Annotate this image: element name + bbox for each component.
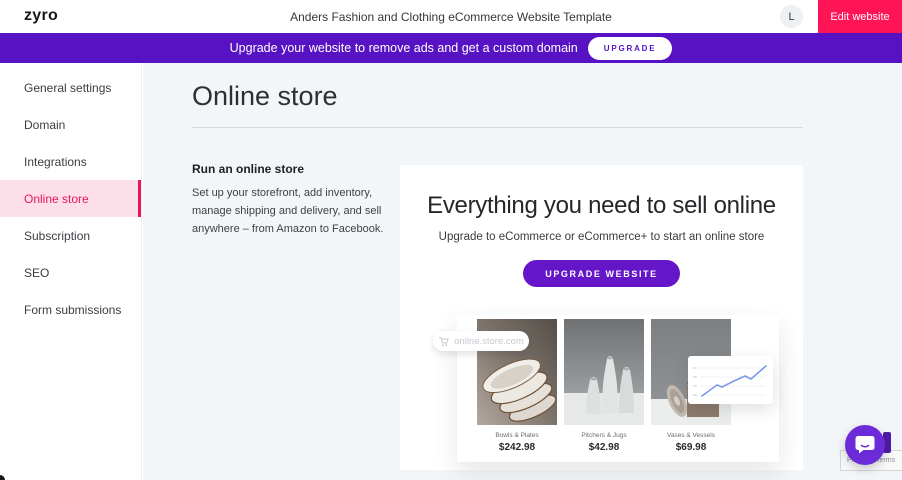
sidebar-item-general-settings[interactable]: General settings: [0, 69, 141, 106]
mock-chart-line: [702, 366, 766, 396]
sidebar-item-online-store[interactable]: Online store: [0, 180, 141, 217]
product-card: Pitchers & Jugs $42.98: [564, 319, 644, 453]
site-title: Anders Fashion and Clothing eCommerce We…: [0, 10, 902, 24]
sidebar-item-form-submissions[interactable]: Form submissions: [0, 291, 141, 328]
chat-bubble-icon: [854, 435, 876, 455]
title-divider: [192, 127, 803, 128]
sidebar-item-domain[interactable]: Domain: [0, 106, 141, 143]
upgrade-banner: Upgrade your website to remove ads and g…: [0, 33, 902, 63]
edit-website-button[interactable]: Edit website: [818, 0, 902, 33]
settings-sidebar: General settings Domain Integrations Onl…: [0, 63, 142, 480]
top-bar: zyro Anders Fashion and Clothing eCommer…: [0, 0, 902, 33]
sidebar-item-subscription[interactable]: Subscription: [0, 217, 141, 254]
section-info: Run an online store Set up your storefro…: [192, 162, 392, 238]
sales-chart: [688, 356, 773, 404]
chat-launcher-button[interactable]: [845, 425, 885, 465]
product-name: Vases & Vessels: [651, 432, 731, 439]
product-price: $69.98: [651, 442, 731, 453]
main-content: Online store Run an online store Set up …: [143, 63, 902, 480]
promo-subheading: Upgrade to eCommerce or eCommerce+ to st…: [400, 231, 803, 243]
upgrade-banner-text: Upgrade your website to remove ads and g…: [230, 41, 578, 55]
product-price: $242.98: [477, 442, 557, 453]
vases-photo: [564, 319, 644, 425]
promo-heading: Everything you need to sell online: [400, 192, 803, 220]
sidebar-item-integrations[interactable]: Integrations: [0, 143, 141, 180]
product-name: Bowls & Plates: [477, 432, 557, 439]
page-title: Online store: [192, 81, 338, 112]
user-avatar[interactable]: L: [780, 5, 803, 28]
store-url-text: online.store.com: [454, 336, 524, 347]
section-description: Set up your storefront, add inventory, m…: [192, 185, 392, 238]
upgrade-button[interactable]: UPGRADE: [588, 37, 673, 60]
sales-chart-card: [688, 356, 773, 404]
sidebar-item-seo[interactable]: SEO: [0, 254, 141, 291]
section-title: Run an online store: [192, 162, 392, 176]
upgrade-website-button[interactable]: UPGRADE WEBSITE: [523, 260, 680, 287]
promo-panel: Everything you need to sell online Upgra…: [400, 165, 803, 470]
store-url-pill: online.store.com: [433, 331, 529, 351]
product-name: Pitchers & Jugs: [564, 432, 644, 439]
product-price: $42.98: [564, 442, 644, 453]
cart-icon: [438, 336, 449, 347]
